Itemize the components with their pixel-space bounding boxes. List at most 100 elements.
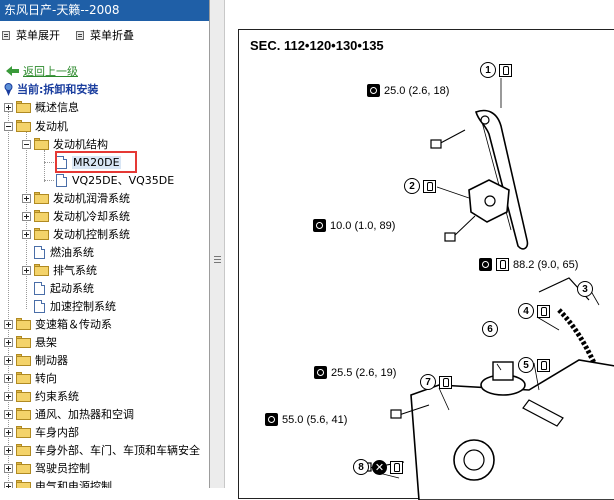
- callout-number: 8: [353, 459, 369, 475]
- tree-item-label: 悬架: [35, 336, 57, 349]
- tree-item-restraint[interactable]: 约束系统: [4, 387, 79, 405]
- menu-collapse-button[interactable]: 菜单折叠: [76, 28, 134, 42]
- tree-item-hvac[interactable]: 通风、加热器和空调: [4, 405, 134, 423]
- expand-icon[interactable]: [4, 319, 13, 329]
- collapse-icon[interactable]: [22, 139, 31, 149]
- tree-item-electrical[interactable]: 电气和电源控制: [4, 477, 112, 488]
- tree-item-lubrication[interactable]: 发动机润滑系统: [22, 189, 130, 207]
- back-arrow-icon: [6, 66, 19, 76]
- expand-icon[interactable]: [4, 481, 13, 488]
- tree-item-engine-control[interactable]: 发动机控制系统: [22, 225, 130, 243]
- menu-icon: [2, 30, 10, 40]
- lubricate-icon: [423, 179, 436, 193]
- expand-icon[interactable]: [22, 229, 31, 239]
- tree-item-body-interior[interactable]: 车身内部: [4, 423, 79, 441]
- splitter-grip-icon[interactable]: [214, 256, 221, 263]
- selection-highlight: [55, 151, 137, 173]
- folder-icon: [16, 480, 31, 488]
- tree-item-label: 通风、加热器和空调: [35, 408, 134, 421]
- folder-icon: [16, 462, 31, 474]
- document-icon: [34, 281, 45, 295]
- expand-icon[interactable]: [4, 102, 13, 112]
- torque-wrench-icon: [367, 84, 380, 97]
- expand-icon[interactable]: [22, 265, 31, 275]
- part-callout-4: 4: [518, 303, 554, 319]
- menu-toolbar: 菜单展开 菜单折叠: [0, 28, 209, 42]
- folder-icon: [34, 228, 49, 240]
- expand-icon[interactable]: [4, 427, 13, 437]
- current-location-label: 当前:拆卸和安装: [17, 83, 99, 96]
- expand-icon[interactable]: [22, 211, 31, 221]
- tree-item-label: 排气系统: [53, 264, 97, 277]
- folder-icon: [16, 408, 31, 420]
- part-callout-5: 5: [518, 357, 554, 373]
- tree-item-steering[interactable]: 转向: [4, 369, 57, 387]
- collapse-icon[interactable]: [4, 121, 13, 131]
- tree-item-starting[interactable]: 起动系统: [22, 279, 94, 297]
- tree-item-suspension[interactable]: 悬架: [4, 333, 57, 351]
- tree-item-label: 电气和电源控制: [35, 480, 112, 488]
- tree-item-brakes[interactable]: 制动器: [4, 351, 68, 369]
- callout-number: 5: [518, 357, 534, 373]
- callout-number: 3: [577, 281, 593, 297]
- back-link-label: 返回上一级: [23, 65, 78, 78]
- tree-item-transmission[interactable]: 变速箱＆传动系: [4, 315, 112, 333]
- tree-item-cooling[interactable]: 发动机冷却系统: [22, 207, 130, 225]
- folder-icon: [16, 372, 31, 384]
- torque-spec: 25.0 (2.6, 18): [367, 84, 449, 97]
- back-link[interactable]: 返回上一级: [6, 64, 78, 78]
- current-location: 当前:拆卸和安装: [4, 81, 98, 97]
- callout-number: 6: [482, 321, 498, 337]
- expand-icon[interactable]: [4, 445, 13, 455]
- location-pin-icon: [4, 82, 13, 96]
- tree-item-accel-control[interactable]: 加速控制系统: [22, 297, 116, 315]
- menu-expand-button[interactable]: 菜单展开: [2, 28, 60, 42]
- torque-spec-label: 88.2 (9.0, 65): [513, 258, 579, 271]
- menu-expand-label: 菜单展开: [16, 29, 60, 42]
- part-callout-3: 3: [577, 281, 596, 297]
- tree-item-label: 约束系统: [35, 390, 79, 403]
- expand-icon[interactable]: [4, 355, 13, 365]
- torque-wrench-icon: [265, 413, 278, 426]
- torque-spec-label: 25.5 (2.6, 19): [331, 366, 397, 379]
- folder-icon: [34, 210, 49, 222]
- expand-icon[interactable]: [4, 337, 13, 347]
- tree-item-overview[interactable]: 概述信息: [4, 98, 79, 116]
- torque-wrench-icon: [313, 219, 326, 232]
- torque-spec: 55.0 (5.6, 41): [265, 413, 347, 426]
- part-callout-8: 8 ✕: [353, 459, 407, 475]
- tree-item-label: 制动器: [35, 354, 68, 367]
- do-not-reuse-icon: ✕: [372, 459, 387, 475]
- torque-spec: 88.2 (9.0, 65): [479, 258, 578, 271]
- tree-item-label: 车身外部、车门、车顶和车辆安全: [35, 444, 200, 457]
- lubricate-icon: [537, 358, 550, 372]
- expand-icon[interactable]: [4, 409, 13, 419]
- tree-item-label: 加速控制系统: [50, 300, 116, 313]
- tree-item-engine[interactable]: 发动机: [4, 117, 68, 135]
- tree-item-body-exterior[interactable]: 车身外部、车门、车顶和车辆安全: [4, 441, 200, 459]
- tree-item-exhaust[interactable]: 排气系统: [22, 261, 97, 279]
- expand-icon[interactable]: [4, 391, 13, 401]
- expand-icon[interactable]: [4, 373, 13, 383]
- lubricate-icon: [499, 63, 512, 77]
- torque-spec: 25.5 (2.6, 19): [314, 366, 396, 379]
- tree-item-vq25de[interactable]: VQ25DE、VQ35DE: [56, 171, 174, 189]
- callout-number: 7: [420, 374, 436, 390]
- folder-icon: [34, 192, 49, 204]
- torque-wrench-icon: [479, 258, 492, 271]
- document-icon: [34, 299, 45, 313]
- tree-item-fuel[interactable]: 燃油系统: [22, 243, 94, 261]
- tree-guide-line: [44, 150, 45, 182]
- torque-spec-label: 25.0 (2.6, 18): [384, 84, 450, 97]
- tree-item-label: 发动机控制系统: [53, 228, 130, 241]
- folder-icon: [16, 336, 31, 348]
- tree-guide-line: [44, 162, 54, 163]
- expand-icon[interactable]: [22, 193, 31, 203]
- expand-icon[interactable]: [4, 463, 13, 473]
- pane-splitter[interactable]: [209, 0, 225, 488]
- lubricate-icon: [390, 460, 403, 474]
- tree-item-driver-controls[interactable]: 驾驶员控制: [4, 459, 90, 477]
- part-callout-2: 2: [404, 178, 440, 194]
- folder-icon: [16, 354, 31, 366]
- tree-item-label: 车身内部: [35, 426, 79, 439]
